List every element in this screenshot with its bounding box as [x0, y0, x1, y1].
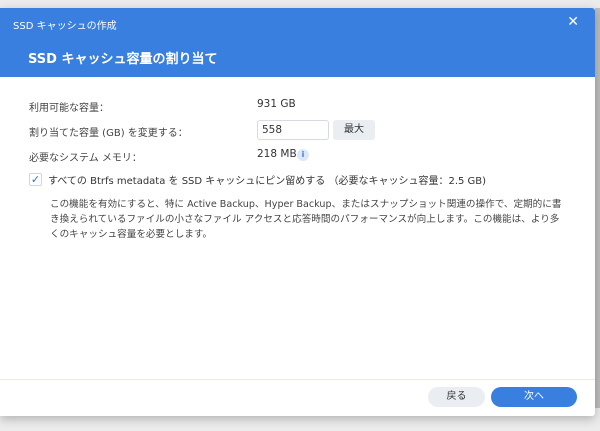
- close-icon[interactable]: ✕: [567, 14, 579, 30]
- allocate-capacity-input[interactable]: [257, 120, 329, 140]
- pin-metadata-label[interactable]: すべての Btrfs metadata を SSD キャッシュにピン留めする （…: [48, 172, 486, 187]
- allocate-capacity-label: 割り当てた容量 (GB) を変更する：: [29, 128, 188, 139]
- window-title: SSD キャッシュの作成: [13, 21, 117, 32]
- dialog: SSD キャッシュの作成 ✕ SSD キャッシュ容量の割り当て 利用可能な容量：…: [0, 8, 595, 416]
- back-button[interactable]: 戻る: [428, 387, 485, 407]
- dialog-header: SSD キャッシュの作成 ✕ SSD キャッシュ容量の割り当て: [0, 8, 595, 77]
- scrollbar[interactable]: [595, 8, 600, 408]
- pin-metadata-checkbox[interactable]: ✓: [29, 173, 42, 186]
- available-capacity-value: 931 GB: [257, 98, 296, 110]
- available-capacity-label: 利用可能な容量：: [29, 103, 109, 114]
- pin-metadata-description: この機能を有効にすると、特に Active Backup、Hyper Backu…: [50, 199, 562, 240]
- footer-divider: [0, 379, 595, 380]
- page-title: SSD キャッシュ容量の割り当て: [28, 52, 218, 67]
- max-button[interactable]: 最大: [333, 120, 375, 140]
- system-memory-value: 218 MB: [257, 148, 297, 160]
- system-memory-label: 必要なシステム メモリ：: [29, 153, 142, 164]
- info-icon[interactable]: i: [297, 149, 309, 161]
- next-button[interactable]: 次へ: [491, 387, 577, 407]
